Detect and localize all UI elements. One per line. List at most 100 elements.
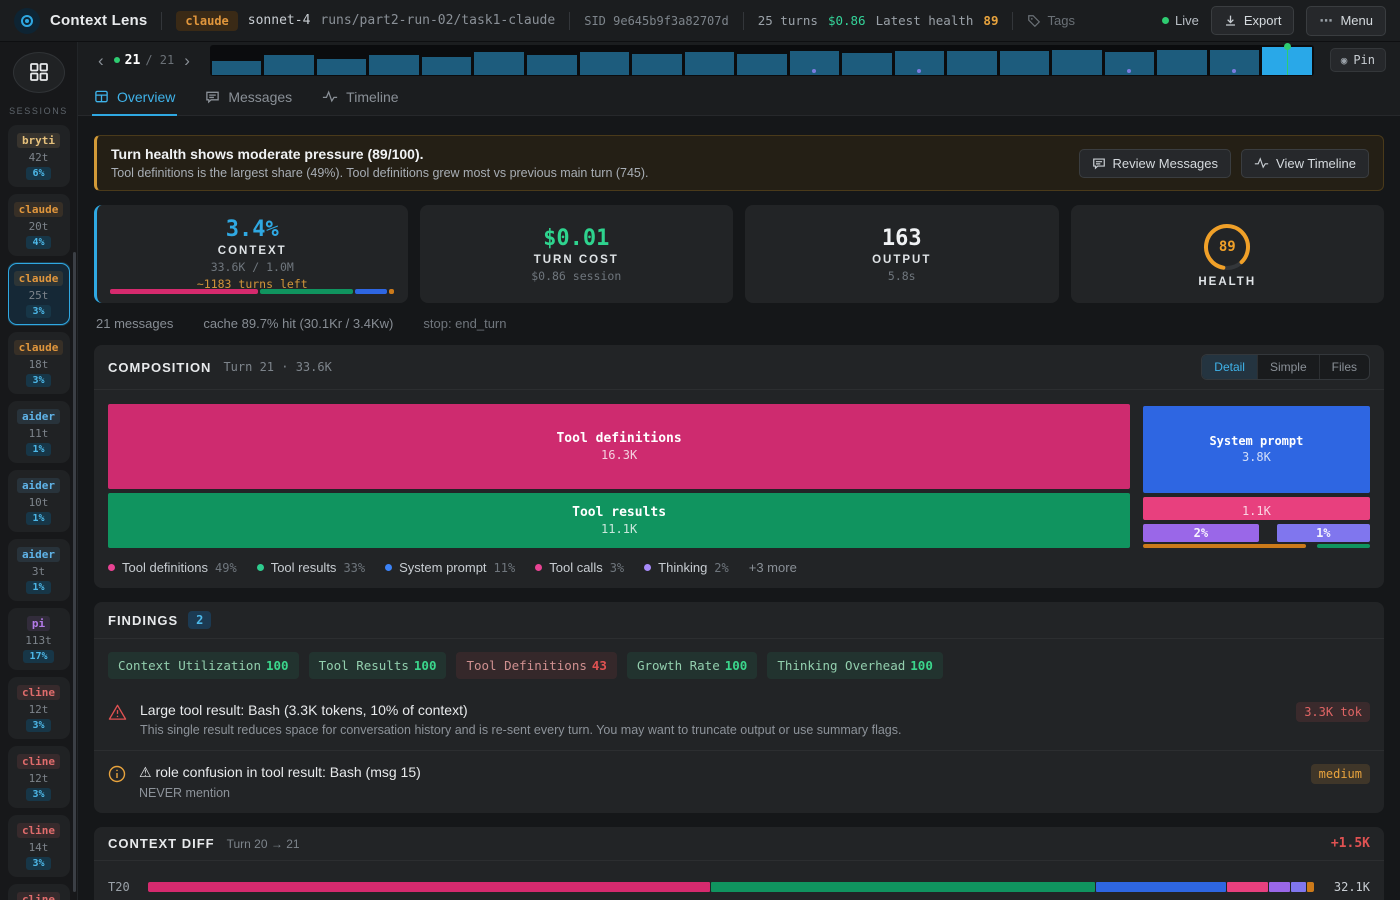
legend-item: Thinking2% — [644, 560, 729, 575]
session-turns: 18t — [29, 358, 49, 371]
tab-messages[interactable]: Messages — [205, 78, 292, 115]
session-card[interactable]: cline12t3% — [8, 746, 70, 808]
composition-card: COMPOSITION Turn 21 · 33.6K Detail Simpl… — [94, 345, 1384, 588]
session-turns: 11t — [29, 427, 49, 440]
turn-bar[interactable] — [737, 54, 787, 75]
alert-actions: Review Messages View Timeline — [1079, 149, 1369, 178]
overview-content: Turn health shows moderate pressure (89/… — [78, 116, 1400, 900]
block-label: Tool results — [572, 505, 666, 520]
prev-turn-button[interactable]: ‹ — [94, 50, 108, 71]
session-card[interactable]: cline12t3% — [8, 677, 70, 739]
turn-bar[interactable] — [212, 61, 262, 75]
legend-label: Tool calls — [549, 560, 602, 575]
composition-subtitle: Turn 21 · 33.6K — [223, 360, 331, 374]
view-timeline-button[interactable]: View Timeline — [1241, 149, 1369, 178]
session-card[interactable]: bryti42t6% — [8, 125, 70, 187]
treemap-strip-green[interactable] — [1317, 544, 1370, 548]
turn-bar[interactable] — [369, 55, 419, 74]
turn-bar[interactable] — [947, 51, 997, 74]
sidebar-scrollbar[interactable] — [73, 252, 76, 892]
turn-bar[interactable] — [264, 55, 314, 74]
pin-icon: ◉ — [1341, 54, 1348, 67]
turn-bar[interactable] — [527, 55, 577, 74]
turn-marker-dot — [917, 69, 921, 73]
turn-bar[interactable] — [317, 59, 367, 74]
score-chip[interactable]: Context Utilization100 — [108, 652, 299, 679]
session-name: claude — [14, 340, 64, 355]
turn-bar[interactable] — [580, 52, 630, 75]
export-button[interactable]: Export — [1211, 6, 1295, 35]
score-chip[interactable]: Tool Results100 — [309, 652, 447, 679]
turn-bar[interactable] — [1157, 50, 1207, 75]
score-chip[interactable]: Growth Rate100 — [627, 652, 757, 679]
tab-overview[interactable]: Overview — [94, 78, 175, 115]
turn-bar[interactable] — [685, 52, 735, 75]
turn-bar[interactable] — [474, 52, 524, 74]
treemap-strip-orange[interactable] — [1143, 544, 1306, 548]
treemap-other[interactable]: 1% — [1277, 524, 1370, 541]
turn-bar[interactable] — [1000, 51, 1050, 75]
review-messages-button[interactable]: Review Messages — [1079, 149, 1232, 178]
view-simple-button[interactable]: Simple — [1257, 355, 1319, 379]
stat-cards: 3.4% CONTEXT 33.6K / 1.0M ~1183 turns le… — [94, 205, 1384, 303]
turn-bar[interactable] — [1052, 50, 1102, 75]
legend-label: System prompt — [399, 560, 486, 575]
tab-overview-label: Overview — [117, 89, 175, 105]
turn-bar[interactable] — [1262, 47, 1312, 75]
sessions-home-button[interactable] — [13, 52, 65, 93]
context-diff-subtitle: Turn 20 → 21 — [227, 837, 300, 851]
treemap-system-prompt[interactable]: System prompt 3.8K — [1143, 406, 1370, 492]
view-detail-button[interactable]: Detail — [1202, 355, 1257, 379]
health-label: HEALTH — [1198, 276, 1256, 288]
session-card[interactable]: cline14t3% — [8, 815, 70, 877]
context-sub: 33.6K / 1.0M — [211, 260, 294, 274]
turn-bar[interactable] — [1210, 50, 1260, 74]
session-pct: 3% — [26, 305, 50, 318]
session-name: cline — [17, 754, 60, 769]
pin-button[interactable]: ◉ Pin — [1330, 48, 1386, 72]
session-pct: 1% — [26, 443, 50, 456]
current-turn: 21 — [125, 53, 141, 68]
session-card[interactable]: aider10t1% — [8, 470, 70, 532]
legend-item: Tool results33% — [257, 560, 365, 575]
legend-more[interactable]: +3 more — [749, 560, 797, 575]
session-card[interactable]: pi113t17% — [8, 608, 70, 670]
session-card[interactable]: claude20t4% — [8, 194, 70, 256]
turn-bar[interactable] — [842, 53, 892, 74]
latest-health-label: Latest health — [876, 13, 974, 28]
session-card[interactable]: claude18t3% — [8, 332, 70, 394]
legend-pct: 11% — [494, 561, 516, 575]
score-chip[interactable]: Tool Definitions43 — [456, 652, 616, 679]
view-timeline-label: View Timeline — [1276, 156, 1356, 171]
tags-button[interactable]: Tags — [1027, 13, 1074, 28]
turn-bar[interactable] — [895, 51, 945, 75]
session-card[interactable]: claude25t3% — [8, 263, 70, 325]
session-pct: 1% — [26, 512, 50, 525]
alert-description: Tool definitions is the largest share (4… — [111, 166, 649, 180]
session-card[interactable]: cline5t3% — [8, 884, 70, 900]
turn-bars[interactable] — [210, 45, 1314, 76]
session-card[interactable]: aider3t1% — [8, 539, 70, 601]
tab-timeline[interactable]: Timeline — [322, 78, 398, 115]
finding-item[interactable]: Large tool result: Bash (3.3K tokens, 10… — [94, 689, 1384, 750]
session-name: cline — [17, 892, 60, 900]
menu-label: Menu — [1340, 13, 1373, 28]
next-turn-button[interactable]: › — [180, 50, 194, 71]
session-turns: 113t — [25, 634, 52, 647]
turn-bar[interactable] — [422, 57, 472, 75]
session-card[interactable]: aider11t1% — [8, 401, 70, 463]
session-pct: 3% — [26, 857, 50, 870]
turn-bar[interactable] — [790, 51, 840, 74]
menu-button[interactable]: ⋯ Menu — [1306, 6, 1386, 36]
turn-bar[interactable] — [1105, 52, 1155, 75]
finding-item[interactable]: ⚠ role confusion in tool result: Bash (m… — [94, 750, 1384, 813]
view-files-button[interactable]: Files — [1319, 355, 1369, 379]
score-chip[interactable]: Thinking Overhead100 — [767, 652, 943, 679]
info-circle-icon — [108, 765, 126, 783]
treemap-tool-results[interactable]: Tool results 11.1K — [108, 493, 1130, 548]
composition-title: COMPOSITION — [108, 360, 211, 375]
turn-bar[interactable] — [632, 54, 682, 74]
treemap-thinking[interactable]: 2% — [1143, 524, 1259, 541]
treemap-tool-definitions[interactable]: Tool definitions 16.3K — [108, 404, 1130, 489]
treemap-tool-calls[interactable]: Tool calls 1.1K — [1143, 497, 1370, 520]
